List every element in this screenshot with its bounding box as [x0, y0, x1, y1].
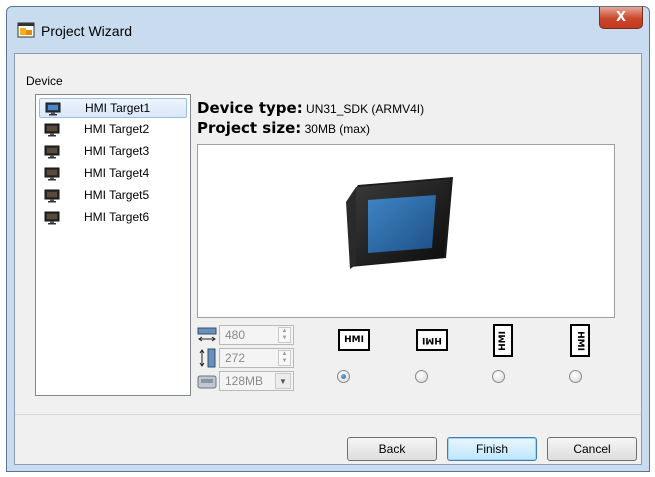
width-stepper[interactable]: 480 ▲ ▼ [219, 325, 294, 345]
width-stepper-arrows-icon[interactable]: ▲ ▼ [278, 327, 291, 343]
memory-icon [197, 375, 217, 389]
project-wizard-window: Project Wizard X Device HMI Target1 HMI … [6, 6, 650, 472]
height-stepper[interactable]: 272 ▲ ▼ [219, 348, 294, 368]
chevron-down-icon[interactable]: ▼ [275, 373, 291, 389]
back-button[interactable]: Back [347, 437, 437, 461]
back-button-label: Back [378, 442, 406, 456]
orientation-radio-2[interactable] [415, 370, 428, 383]
height-stepper-arrows-icon[interactable]: ▲ ▼ [278, 350, 291, 366]
orientation-landscape-icon[interactable]: HMI [338, 329, 370, 351]
device-type-value: UN31_SDK (ARMV4I) [306, 102, 425, 116]
project-size-line: Project size: 30MB (max) [197, 119, 370, 137]
height-icon [199, 348, 216, 368]
device-item-hmi-target2[interactable]: HMI Target2 [39, 120, 187, 140]
wizard-app-icon [17, 22, 35, 38]
cancel-button[interactable]: Cancel [547, 437, 637, 461]
orientation-radio-3[interactable] [492, 370, 505, 383]
title-bar[interactable]: Project Wizard X [7, 7, 649, 53]
finish-button-label: Finish [475, 442, 508, 456]
device-item-label: HMI Target1 [85, 101, 151, 115]
monitor-icon [44, 189, 60, 203]
orientation-radio-1[interactable] [337, 370, 350, 383]
device-item-hmi-target6[interactable]: HMI Target6 [39, 208, 187, 228]
wizard-client-area: Device HMI Target1 HMI Target2 HMI Targe… [14, 53, 642, 465]
hmi-device-image [346, 177, 453, 269]
memory-select[interactable]: 128MB ▼ [219, 371, 294, 391]
device-section-label: Device [26, 74, 63, 88]
monitor-icon [44, 211, 60, 225]
width-icon [197, 327, 217, 342]
close-icon: X [615, 10, 627, 25]
orientation-label: HMI [344, 335, 364, 345]
monitor-icon [45, 102, 61, 116]
device-item-hmi-target5[interactable]: HMI Target5 [39, 186, 187, 206]
device-list[interactable]: HMI Target1 HMI Target2 HMI Target3 HMI … [35, 94, 191, 396]
device-item-hmi-target4[interactable]: HMI Target4 [39, 164, 187, 184]
finish-button[interactable]: Finish [447, 437, 537, 461]
orientation-label: HMI [422, 335, 442, 345]
orientation-label: HMI [498, 330, 508, 351]
width-value: 480 [225, 328, 246, 342]
device-item-hmi-target3[interactable]: HMI Target3 [39, 142, 187, 162]
orientation-radio-4[interactable] [569, 370, 582, 383]
device-item-label: HMI Target3 [84, 144, 150, 158]
device-item-label: HMI Target6 [84, 210, 150, 224]
close-button[interactable]: X [599, 7, 643, 29]
orientation-portrait-icon[interactable]: HMI [493, 324, 513, 357]
orientation-portrait-flipped-icon[interactable]: HMI [570, 324, 590, 357]
height-value: 272 [225, 351, 246, 365]
monitor-icon [44, 145, 60, 159]
monitor-icon [44, 123, 60, 137]
cancel-button-label: Cancel [573, 442, 611, 456]
device-item-label: HMI Target5 [84, 188, 150, 202]
project-size-label: Project size: [197, 119, 302, 137]
window-title: Project Wizard [41, 23, 133, 39]
device-preview [197, 144, 615, 318]
device-type-label: Device type: [197, 99, 303, 117]
monitor-icon [44, 167, 60, 181]
device-item-hmi-target1[interactable]: HMI Target1 [39, 98, 187, 118]
orientation-landscape-flipped-icon[interactable]: HMI [416, 329, 448, 351]
device-item-label: HMI Target2 [84, 122, 150, 136]
project-size-value: 30MB (max) [304, 122, 370, 136]
device-item-label: HMI Target4 [84, 166, 150, 180]
memory-value: 128MB [225, 374, 264, 388]
orientation-label: HMI [575, 330, 585, 351]
device-type-line: Device type: UN31_SDK (ARMV4I) [197, 99, 424, 117]
